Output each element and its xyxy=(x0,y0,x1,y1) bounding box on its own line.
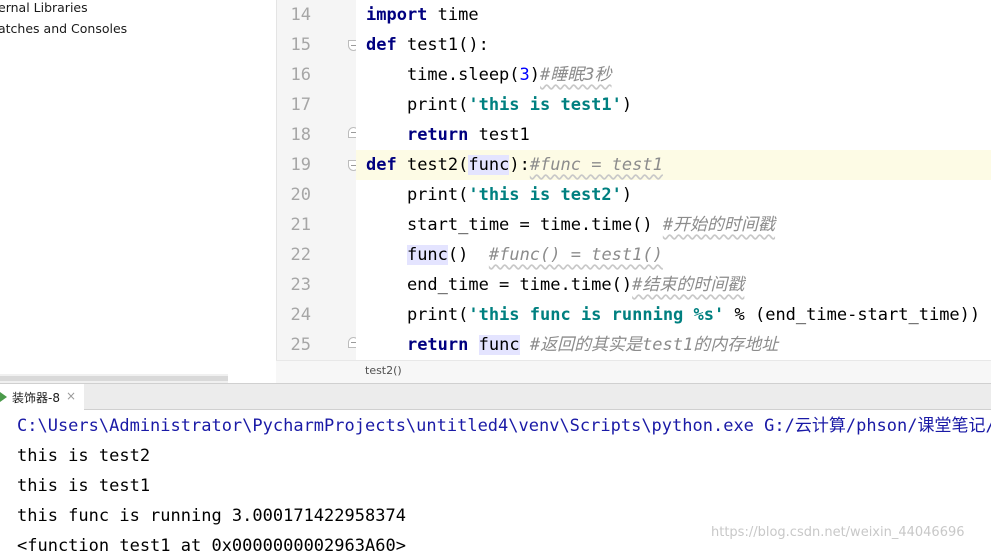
code-editor[interactable]: import time def test1(): time.sleep(3)#睡… xyxy=(356,0,991,360)
watermark-text: https://blog.csdn.net/weixin_44046696 xyxy=(711,525,965,540)
tree-item-scratches-and-consoles[interactable]: atches and Consoles xyxy=(0,21,127,36)
code-comment: #结束的时间戳 xyxy=(632,275,745,295)
console-line: this is test1 xyxy=(17,476,151,496)
breadcrumb[interactable]: test2() xyxy=(365,364,402,377)
console-line-command: C:\Users\Administrator\PycharmProjects\u… xyxy=(17,416,991,436)
line-number: 24 xyxy=(290,305,311,325)
line-number: 23 xyxy=(290,275,311,295)
console-line: <function test1 at 0x0000000002963A60> xyxy=(17,536,406,553)
sidebar-scrollbar-thumb[interactable] xyxy=(0,376,228,381)
line-number: 14 xyxy=(290,5,311,25)
breadcrumb-bar: test2() xyxy=(276,360,991,383)
code-line: func() #func() = test1() xyxy=(406,245,663,265)
project-tree-panel: ernal Libraries atches and Consoles xyxy=(0,0,276,383)
code-line: return test1 xyxy=(406,125,530,145)
highlighted-identifier: func xyxy=(468,155,510,175)
python-run-icon xyxy=(0,392,7,402)
code-line: print('this is test1') xyxy=(366,95,633,115)
code-line: end_time = time.time()#结束的时间戳 xyxy=(366,275,745,295)
line-number: 19 xyxy=(290,155,311,175)
code-comment: #func() = test1() xyxy=(488,245,663,265)
highlighted-identifier: func xyxy=(406,245,448,265)
line-number: 20 xyxy=(290,185,311,205)
code-comment: #返回的其实是test1的内存地址 xyxy=(529,335,779,355)
string-literal: 'this func is running xyxy=(468,305,694,325)
line-number: 18 xyxy=(290,125,311,145)
code-line: def test1(): xyxy=(366,35,489,55)
highlighted-identifier: func xyxy=(478,335,520,355)
run-tab-bar: 装饰器-8 × xyxy=(0,383,991,410)
close-icon[interactable]: × xyxy=(66,389,76,403)
string-literal: 'this is test1' xyxy=(468,95,622,115)
code-line: time.sleep(3)#睡眠3秒 xyxy=(366,65,612,85)
tree-item-external-libraries[interactable]: ernal Libraries xyxy=(0,0,88,15)
editor-gutter[interactable]: 14 15 16 17 18 19 20 21 22 23 24 25 xyxy=(276,0,359,360)
code-comment: #func = test1 xyxy=(529,155,663,175)
code-line: print('this func is running %s' % (end_t… xyxy=(366,305,981,325)
format-specifier: %s xyxy=(693,305,715,325)
line-number: 17 xyxy=(290,95,311,115)
code-line: return func #返回的其实是test1的内存地址 xyxy=(406,335,779,355)
string-literal: 'this is test2' xyxy=(468,185,622,205)
current-code-line: def test2(func):#func = test1 xyxy=(356,150,991,180)
line-number: 21 xyxy=(290,215,311,235)
line-number: 25 xyxy=(290,335,311,355)
line-number: 22 xyxy=(290,245,311,265)
code-comment: #开始的时间戳 xyxy=(662,215,776,235)
run-tab[interactable]: 装饰器-8 × xyxy=(0,384,84,410)
code-line: import time xyxy=(366,5,479,25)
code-comment: #睡眠3秒 xyxy=(540,65,612,85)
code-line: print('this is test2') xyxy=(366,185,633,205)
code-line: start_time = time.time() #开始的时间戳 xyxy=(366,215,776,235)
console-line: this func is running 3.000171422958374 xyxy=(17,506,406,526)
line-number: 16 xyxy=(290,65,311,85)
line-number: 15 xyxy=(290,35,311,55)
console-line: this is test2 xyxy=(17,446,151,466)
run-tab-label: 装饰器-8 xyxy=(12,391,60,405)
